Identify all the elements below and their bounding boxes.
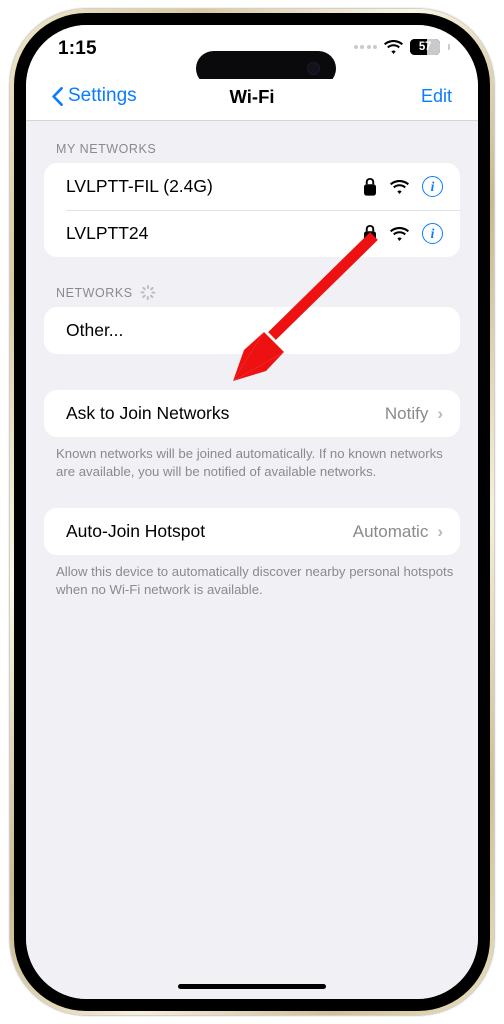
status-time: 1:15	[58, 38, 97, 59]
network-name: Other...	[66, 320, 124, 340]
auto-join-hotspot-footnote: Allow this device to automatically disco…	[56, 564, 454, 597]
phone-screen: 1:15 57 Settings Wi-Fi Edit MY NETWORKS …	[26, 25, 478, 999]
status-indicators: 57	[353, 39, 450, 55]
lock-icon	[364, 177, 376, 196]
networks-card: Other...	[44, 307, 460, 354]
page-title: Wi-Fi	[229, 86, 275, 107]
network-name: LVLPTT24	[66, 223, 149, 243]
wifi-icon	[384, 40, 403, 54]
ask-to-join-value: Notify	[384, 403, 429, 423]
info-circle-icon[interactable]: i	[422, 223, 443, 244]
front-camera-icon	[307, 62, 320, 75]
ask-to-join-networks-row[interactable]: Ask to Join Networks Notify ›	[44, 390, 460, 437]
network-row-lvlptt-fil[interactable]: LVLPTT-FIL (2.4G) i	[44, 163, 460, 210]
my-networks-header: MY NETWORKS	[26, 142, 478, 163]
home-indicator	[178, 983, 326, 989]
settings-content: MY NETWORKS LVLPTT-FIL (2.4G) i LVLPTT24…	[26, 122, 478, 999]
ask-to-join-card: Ask to Join Networks Notify ›	[44, 390, 460, 437]
navigation-bar: Settings Wi-Fi Edit	[26, 79, 478, 121]
my-networks-card: LVLPTT-FIL (2.4G) i LVLPTT24 i	[44, 163, 460, 257]
wifi-icon	[390, 179, 409, 194]
battery-tip	[448, 44, 450, 50]
auto-join-hotspot-value: Automatic	[352, 521, 429, 541]
chevron-right-icon: ›	[437, 521, 443, 541]
ask-to-join-label: Ask to Join Networks	[66, 403, 230, 423]
network-row-other[interactable]: Other...	[44, 307, 460, 354]
auto-join-hotspot-row[interactable]: Auto-Join Hotspot Automatic ›	[44, 508, 460, 555]
device-bezel: 1:15 57 Settings Wi-Fi Edit MY NETWORKS …	[14, 13, 490, 1011]
edit-button[interactable]: Edit	[421, 86, 452, 107]
device-frame: 1:15 57 Settings Wi-Fi Edit MY NETWORKS …	[10, 9, 494, 1015]
network-name: LVLPTT-FIL (2.4G)	[66, 176, 213, 196]
my-networks-header-label: MY NETWORKS	[56, 142, 157, 156]
info-circle-icon[interactable]: i	[422, 176, 443, 197]
signal-dots-icon	[353, 45, 377, 49]
ask-to-join-footnote: Known networks will be joined automatica…	[56, 446, 443, 479]
chevron-right-icon: ›	[437, 403, 443, 423]
lock-icon	[364, 224, 376, 243]
wifi-icon	[390, 226, 409, 241]
auto-join-hotspot-label: Auto-Join Hotspot	[66, 521, 206, 542]
battery-indicator: 57	[410, 39, 440, 55]
battery-percent: 57	[418, 41, 432, 53]
status-bar: 1:15 57	[26, 25, 478, 86]
activity-spinner-icon	[140, 285, 156, 300]
network-row-lvlptt24[interactable]: LVLPTT24 i	[44, 210, 460, 257]
networks-header: NETWORKS	[26, 285, 478, 307]
auto-join-hotspot-card: Auto-Join Hotspot Automatic ›	[44, 508, 460, 556]
networks-header-label: NETWORKS	[56, 285, 133, 300]
